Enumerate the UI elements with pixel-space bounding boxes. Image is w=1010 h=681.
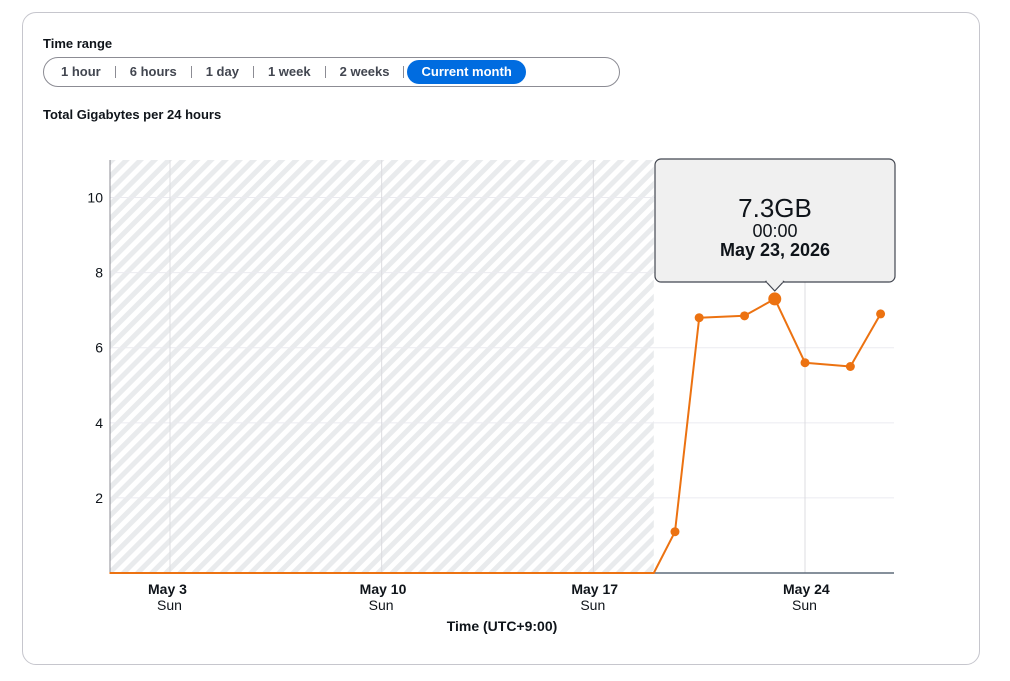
x-axis-label: Time (UTC+9:00) bbox=[447, 618, 558, 634]
x-tick-weekday: Sun bbox=[157, 597, 182, 613]
data-point bbox=[670, 527, 680, 537]
data-point bbox=[800, 358, 810, 368]
x-tick-weekday: Sun bbox=[792, 597, 817, 613]
y-tick-label: 4 bbox=[95, 415, 103, 431]
tooltip-time: 00:00 bbox=[752, 221, 797, 241]
data-point bbox=[740, 311, 750, 321]
y-tick-label: 10 bbox=[87, 190, 103, 206]
tooltip-pointer bbox=[765, 280, 785, 292]
x-tick-label: May 17 bbox=[571, 581, 618, 597]
x-tick-label: May 24 bbox=[783, 581, 830, 597]
data-point bbox=[768, 292, 782, 306]
y-tick-label: 2 bbox=[95, 490, 103, 506]
y-tick-label: 6 bbox=[95, 340, 103, 356]
x-tick-label: May 10 bbox=[360, 581, 407, 597]
line-chart: 246810May 3SunMay 10SunMay 17SunMay 24Su… bbox=[87, 158, 896, 634]
tooltip-date: May 23, 2026 bbox=[720, 240, 830, 260]
data-point bbox=[694, 313, 704, 323]
data-point bbox=[876, 309, 886, 319]
x-tick-weekday: Sun bbox=[580, 597, 605, 613]
tooltip-value: 7.3GB bbox=[738, 193, 812, 223]
x-tick-label: May 3 bbox=[148, 581, 187, 597]
x-tick-weekday: Sun bbox=[369, 597, 394, 613]
y-tick-label: 8 bbox=[95, 265, 103, 281]
data-point bbox=[845, 362, 855, 371]
